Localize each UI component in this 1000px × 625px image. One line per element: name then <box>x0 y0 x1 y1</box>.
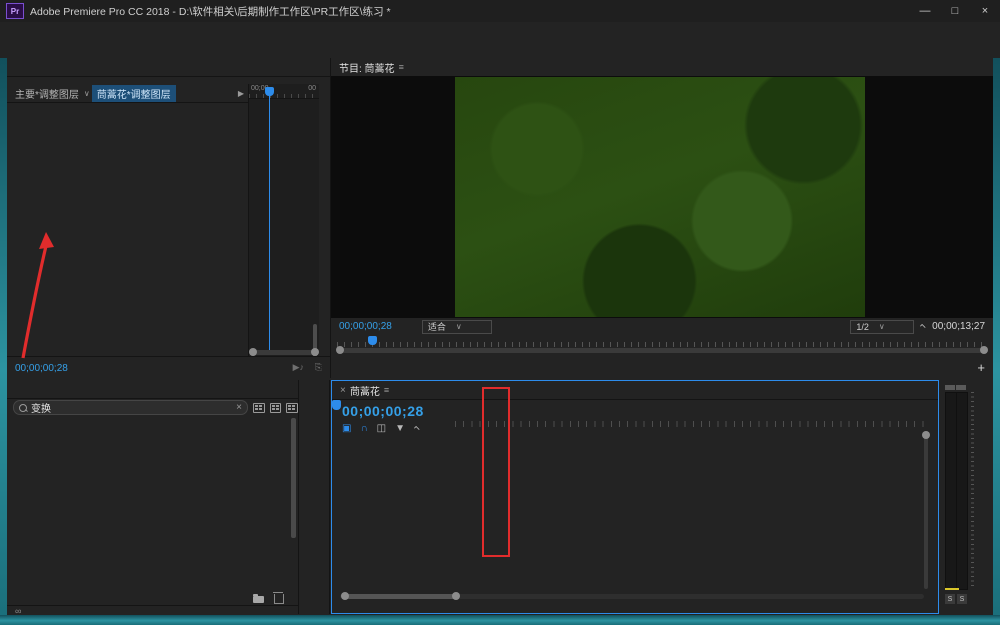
mini-timeline-ruler[interactable]: 00;00 00 <box>249 84 319 99</box>
solo-right-button[interactable]: S <box>957 594 967 604</box>
tab-program-monitor[interactable]: 节目: 茼蒿花 ≡ <box>331 60 412 75</box>
search-input[interactable]: 变换 × <box>13 400 248 415</box>
minimize-button[interactable]: — <box>910 0 940 22</box>
filter-accelerated-effects-icon[interactable] <box>252 402 265 413</box>
app-logo-icon: Pr <box>6 3 24 19</box>
premiere-window: Pr Adobe Premiere Pro CC 2018 - D:\软件相关\… <box>0 0 1000 625</box>
chevron-down-icon: ∨ <box>83 88 90 98</box>
workspace-bar <box>0 42 1000 59</box>
timeline-header: 00;00;00;28 ▣ ∩ ◫ ▼ ⌐ <box>332 399 455 449</box>
title-bar: Pr Adobe Premiere Pro CC 2018 - D:\软件相关\… <box>0 0 1000 23</box>
audio-meter-panel: S S <box>941 380 992 614</box>
transport-controls <box>331 355 993 380</box>
effects-browser-panel: 变换 × ∞ <box>7 380 299 614</box>
button-editor-plus[interactable]: + <box>977 360 985 375</box>
snap-icon[interactable]: ∩ <box>360 423 367 434</box>
meter-peak-indicator <box>945 588 959 590</box>
effects-tree-scrollbar[interactable] <box>291 418 296 538</box>
play-audio-only-icon[interactable]: ▶♪ <box>293 362 304 373</box>
add-marker-icon[interactable]: ▼ <box>395 423 405 434</box>
clear-search-icon[interactable]: × <box>236 402 242 413</box>
play-toggle-icon[interactable]: ▶ <box>238 89 248 98</box>
linked-selection-icon[interactable]: ◫ <box>377 423 386 434</box>
effect-controls-panel: 主要*调整图层 ∨ 茼蒿花*调整图层 ▶ 00;00 00 00;00;00;2… <box>7 58 331 378</box>
timeline-panel: × 茼蒿花 ≡ 00;00;00;28 ▣ ∩ ◫ ▼ ⌐ <box>331 380 939 614</box>
effect-controls-mini-timeline[interactable]: 00;00 00 <box>248 84 319 378</box>
selected-clip-name[interactable]: 茼蒿花*调整图层 <box>91 84 176 102</box>
filter-yuv-effects-icon[interactable] <box>286 402 298 413</box>
mini-timeline-playhead[interactable] <box>265 87 274 96</box>
timeline-vertical-scrollbar[interactable] <box>922 431 930 589</box>
tab-sequence[interactable]: × 茼蒿花 ≡ <box>332 383 397 398</box>
solo-left-button[interactable]: S <box>945 594 955 604</box>
timeline-horizontal-scrollbar[interactable] <box>340 592 924 600</box>
close-button[interactable]: × <box>970 0 1000 22</box>
mini-timeline-playhead-line <box>269 94 270 352</box>
tools-panel <box>299 380 330 614</box>
panel-menu-icon[interactable]: ≡ <box>384 385 389 395</box>
effects-tree <box>7 417 298 593</box>
program-playhead[interactable] <box>368 336 377 345</box>
meter-cap-left <box>945 385 955 390</box>
link-icon: ∞ <box>15 606 22 614</box>
settings-wrench-icon[interactable]: ⌐ <box>917 321 929 333</box>
panel-menu-icon[interactable]: ≡ <box>399 62 404 72</box>
timeline-playhead[interactable] <box>332 400 341 410</box>
program-scrubber[interactable] <box>337 336 987 347</box>
close-sequence-icon[interactable]: × <box>340 385 346 396</box>
meter-scale <box>971 392 991 588</box>
delete-icon[interactable] <box>273 592 284 604</box>
desktop-edge-bottom <box>0 615 1000 625</box>
maximize-button[interactable]: □ <box>940 0 970 22</box>
effect-controls-timecode[interactable]: 00;00;00;28 <box>15 363 68 374</box>
annotation-rectangle <box>482 387 510 557</box>
effects-browser-tabbar <box>7 380 298 399</box>
master-clip-selector[interactable]: 主要*调整图层 <box>7 86 82 101</box>
effects-search-row: 变换 × <box>7 399 298 416</box>
timeline-toolbar: ▣ ∩ ◫ ▼ ⌐ <box>332 419 455 435</box>
panel-status-strip: ∞ <box>7 606 298 614</box>
program-zoom-bar[interactable] <box>336 346 988 354</box>
window-title: Adobe Premiere Pro CC 2018 - D:\软件相关\后期制… <box>30 5 391 18</box>
menu-bar <box>0 22 1000 43</box>
program-duration: 00;00;13;27 <box>932 321 985 332</box>
fit-dropdown[interactable]: 适合 ∨ <box>421 319 492 334</box>
effects-panel-footer <box>7 592 298 606</box>
daisy-field-image <box>455 77 865 317</box>
search-icon <box>19 403 27 412</box>
export-icon[interactable]: ⎘ <box>315 362 322 373</box>
filter-32bit-effects-icon[interactable] <box>269 402 282 413</box>
program-controls-row: 00;00;00;28 适合 ∨ 1/2 ∨ ⌐ 00;00;13;27 <box>331 318 993 335</box>
timeline-settings-wrench-icon[interactable]: ⌐ <box>411 423 423 435</box>
mini-ruler-right-label: 00 <box>308 85 316 92</box>
program-timecode[interactable]: 00;00;00;28 <box>339 321 392 332</box>
program-monitor-panel: 节目: 茼蒿花 ≡ 00;00;00;28 适合 ∨ 1/2 ∨ ⌐ 00;00… <box>331 58 993 380</box>
meter-cap-right <box>956 385 966 390</box>
search-value: 变换 <box>31 404 51 415</box>
playback-resolution-dropdown[interactable]: 1/2 ∨ <box>850 319 915 334</box>
timeline-tabbar: × 茼蒿花 ≡ <box>332 381 938 400</box>
effect-controls-tabbar <box>7 58 330 77</box>
timeline-ruler[interactable] <box>455 399 925 427</box>
new-custom-bin-icon[interactable] <box>253 593 264 603</box>
nest-insert-toggle-icon[interactable]: ▣ <box>342 423 351 434</box>
annotation-arrow <box>21 232 54 359</box>
meter-channel-right <box>956 392 968 590</box>
timeline-timecode[interactable]: 00;00;00;28 <box>332 399 455 419</box>
program-monitor-tabbar: 节目: 茼蒿花 ≡ <box>331 58 993 77</box>
program-video-frame[interactable] <box>455 77 865 317</box>
program-video-area <box>331 76 993 318</box>
effect-controls-zoom-bar[interactable] <box>249 348 319 356</box>
desktop-edge-right <box>993 58 1000 625</box>
clip-selector-row: 主要*调整图层 ∨ 茼蒿花*调整图层 ▶ <box>7 84 248 103</box>
desktop-edge-left <box>0 58 7 625</box>
